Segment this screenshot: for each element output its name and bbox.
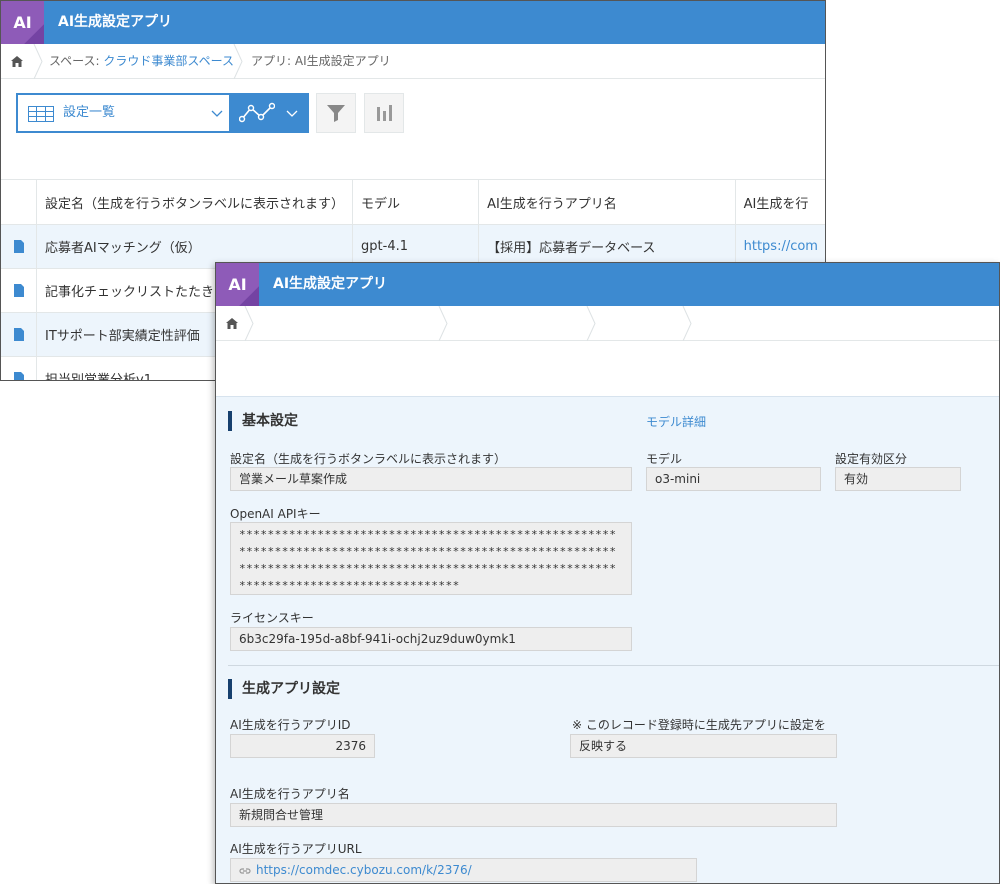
model-label: モデル	[646, 452, 683, 466]
app-id-value: 2376	[230, 734, 375, 758]
license-key-value: 6b3c29fa-195d-a8bf-941i-ochj2uz9duw0ymk1	[230, 627, 632, 651]
chevron-down-icon	[211, 110, 223, 117]
setting-name-value: 営業メール草案作成	[230, 467, 632, 491]
app-url-link[interactable]: https://comdec.cybozu.com/k/2376/	[256, 863, 472, 877]
filter-icon	[327, 105, 345, 122]
model-detail-link[interactable]: モデル詳細	[646, 413, 706, 430]
breadcrumb-separator-icon	[682, 306, 692, 341]
home-icon	[11, 56, 23, 67]
valid-flag-label: 設定有効区分	[835, 452, 908, 466]
app-id-label: AI生成を行うアプリID	[230, 718, 351, 732]
record-detail-link[interactable]	[1, 224, 38, 269]
document-icon	[13, 284, 24, 297]
app-url-field: https://comdec.cybozu.com/k/2376/	[230, 858, 697, 882]
breadcrumb-separator-icon	[586, 306, 596, 341]
section-divider	[228, 665, 999, 666]
home-icon	[226, 318, 238, 329]
api-key-label: OpenAI APIキー	[230, 507, 321, 521]
setting-name-label: 設定名（生成を行うボタンラベルに表示されます）	[230, 452, 507, 466]
record-detail-link[interactable]	[1, 268, 38, 313]
app-logo: AI	[216, 263, 259, 306]
breadcrumb-space[interactable]: スペース: クラウド事業部スペース	[49, 44, 234, 79]
app-header: AI AI生成設定アプリ	[216, 263, 999, 306]
record-form: 基本設定 モデル詳細 設定名（生成を行うボタンラベルに表示されます） 営業メール…	[216, 396, 999, 883]
view-selector[interactable]: 設定一覧	[16, 93, 231, 133]
section-heading-basic: 基本設定	[228, 411, 298, 431]
table-header[interactable]: AI生成を行うアプリ名	[478, 179, 736, 225]
bar-chart-icon	[377, 105, 392, 121]
table-header[interactable]: 設定名（生成を行うボタンラベルに表示されます）	[36, 179, 354, 225]
section-heading-gen-app: 生成アプリ設定	[228, 679, 340, 699]
valid-flag-value: 有効	[835, 467, 961, 491]
line-graph-icon	[239, 102, 275, 123]
app-name-label: AI生成を行うアプリ名	[230, 787, 350, 801]
breadcrumb-separator-icon	[33, 44, 43, 79]
table-view-icon	[28, 106, 54, 122]
record-detail-window: AI AI生成設定アプリ 基本設定 モデル詳細 設定名（生成を行うボタンラベルに…	[215, 262, 1000, 884]
link-icon	[239, 867, 251, 874]
app-name-value: 新規問合せ管理	[230, 803, 837, 827]
table-header[interactable]: モデル	[352, 179, 480, 225]
table-header-row: 設定名（生成を行うボタンラベルに表示されます） モデル AI生成を行うアプリ名 …	[1, 179, 825, 225]
breadcrumb-separator-icon	[233, 44, 243, 79]
record-detail-link[interactable]	[1, 312, 38, 357]
license-key-label: ライセンスキー	[230, 611, 314, 625]
document-icon	[13, 240, 24, 253]
app-url-label: AI生成を行うアプリURL	[230, 842, 362, 856]
table-header[interactable]: AI生成を行	[735, 179, 825, 225]
breadcrumb-home[interactable]	[1, 44, 33, 79]
graph-selector-button[interactable]	[231, 93, 309, 133]
breadcrumb-space-link[interactable]: クラウド事業部スペース	[103, 54, 234, 68]
app-header: AI AI生成設定アプリ	[1, 1, 825, 44]
reflect-setting-label: ※ このレコード登録時に生成先アプリに設定を	[572, 718, 826, 732]
breadcrumb	[216, 306, 999, 341]
model-value: o3-mini	[646, 467, 821, 491]
breadcrumb-app: アプリ: AI生成設定アプリ	[251, 54, 391, 68]
record-detail-link[interactable]	[1, 356, 38, 380]
app-logo: AI	[1, 1, 44, 44]
app-title: AI生成設定アプリ	[58, 14, 173, 30]
document-icon	[13, 328, 24, 341]
view-label: 設定一覧	[63, 105, 116, 120]
chevron-down-icon	[286, 110, 298, 117]
reflect-setting-value: 反映する	[570, 734, 837, 758]
document-icon	[13, 372, 24, 380]
api-key-value: ****************************************…	[230, 522, 632, 595]
table-header-icon-col	[1, 179, 38, 225]
breadcrumb: スペース: クラウド事業部スペース アプリ: AI生成設定アプリ	[1, 44, 825, 79]
breadcrumb-separator-icon	[438, 306, 448, 341]
graph-button[interactable]	[364, 93, 404, 133]
app-title: AI生成設定アプリ	[273, 276, 388, 292]
filter-button[interactable]	[316, 93, 356, 133]
breadcrumb-separator-icon	[244, 306, 254, 341]
